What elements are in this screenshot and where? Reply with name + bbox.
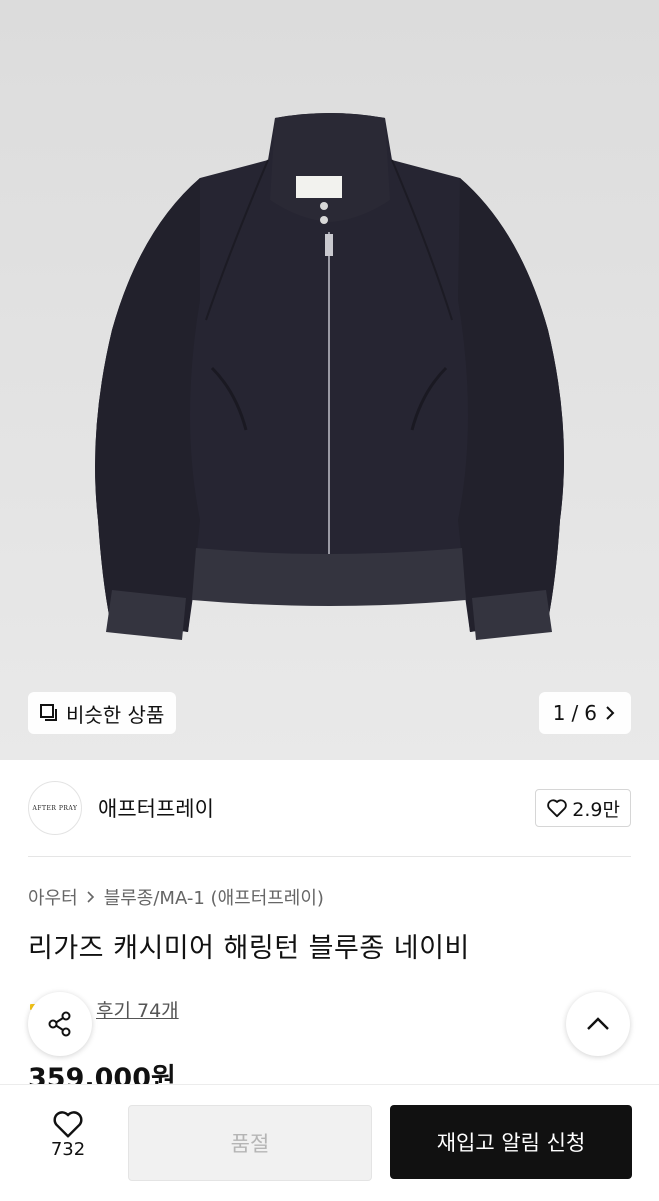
brand-logo[interactable]: AFTER PRAY [28,781,82,835]
review-link[interactable]: 후기 74개 [96,996,179,1023]
pager-separator: / [571,701,579,725]
scroll-top-button[interactable] [566,992,630,1056]
share-button[interactable] [28,992,92,1056]
soldout-button: 품절 [128,1105,372,1181]
pager-total: 6 [584,701,597,725]
product-photo-navy-blouson [95,113,564,640]
pager-current: 1 [552,701,566,725]
copy-icon [40,704,57,721]
restock-alert-button[interactable]: 재입고 알림 신청 [390,1105,632,1179]
heart-icon [547,799,568,818]
brand-like-button[interactable]: 2.9만 [535,789,631,827]
heart-icon [53,1111,83,1138]
image-pager[interactable]: 1 / 6 [538,692,631,734]
chevron-up-icon [587,1017,609,1030]
brand-like-count: 2.9만 [572,798,620,821]
product-image-gallery[interactable]: 비슷한 상품 1 / 6 [0,0,659,760]
chevron-right-icon [606,706,615,720]
breadcrumb-level1[interactable]: 아우터 [28,884,78,910]
bottom-action-bar: 732 품절 재입고 알림 신청 [0,1084,659,1201]
product-title: 리가즈 캐시미어 해링턴 블루종 네이비 [28,933,470,964]
brand-logo-text: AFTER PRAY [32,804,78,812]
brand-row[interactable]: AFTER PRAY 애프터프레이 2.9만 [28,780,631,836]
wish-count: 732 [50,1139,86,1160]
chevron-right-icon [87,891,94,903]
brand-name[interactable]: 애프터프레이 [98,793,214,823]
breadcrumb-level2[interactable]: 블루종/MA-1 (애프터프레이) [104,884,324,910]
divider [28,856,631,857]
wish-button[interactable]: 732 [38,1109,98,1160]
similar-products-button[interactable]: 비슷한 상품 [28,692,177,734]
breadcrumb: 아우터 블루종/MA-1 (애프터프레이) [28,884,324,910]
share-icon [48,1011,71,1037]
similar-products-label: 비슷한 상품 [66,702,165,727]
